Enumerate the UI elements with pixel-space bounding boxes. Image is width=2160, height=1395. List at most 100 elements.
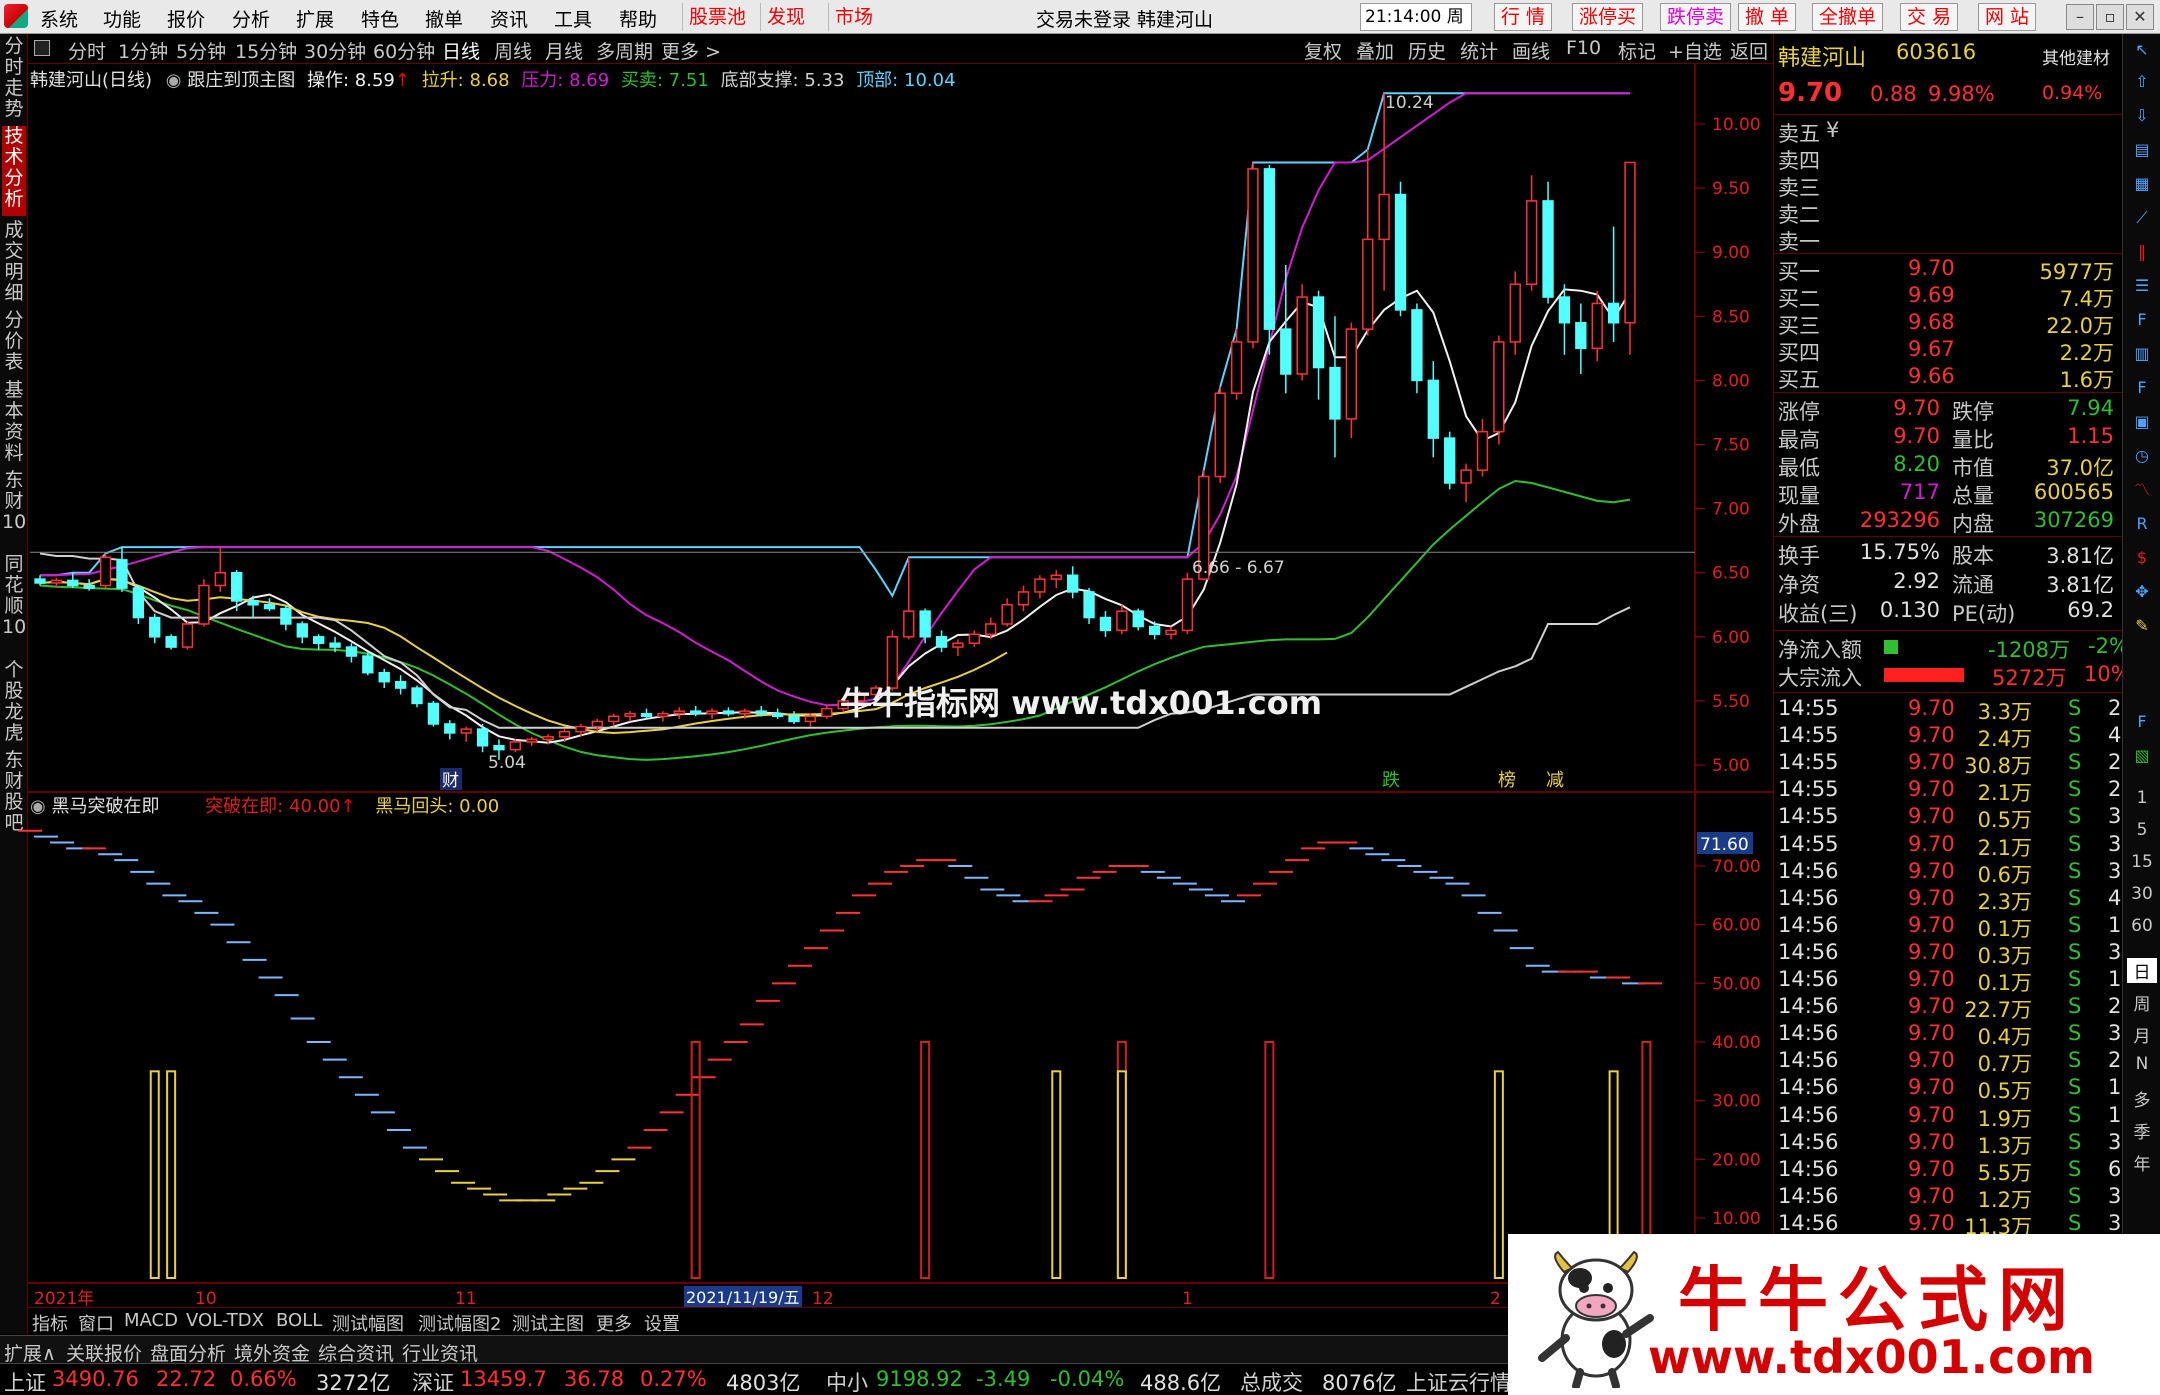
tab-vol[interactable]: VOL-TDX	[186, 1310, 264, 1331]
event-die-label[interactable]: 跌	[1382, 770, 1400, 791]
candle-body[interactable]	[280, 607, 292, 625]
candle-body[interactable]	[509, 741, 522, 751]
period-15-label[interactable]: 15	[2127, 852, 2157, 872]
sector-name[interactable]: 其他建材	[2042, 44, 2110, 69]
candle-body[interactable]	[411, 687, 423, 705]
tab-macd[interactable]: MACD	[124, 1310, 178, 1331]
candle-body[interactable]	[116, 559, 128, 589]
candle-body[interactable]	[657, 712, 669, 718]
rsi-icon[interactable]: R	[2130, 512, 2154, 536]
candle-body[interactable]	[50, 579, 63, 584]
candle-body[interactable]	[460, 728, 472, 734]
candle-body[interactable]	[165, 636, 177, 648]
candle-body[interactable]	[591, 720, 603, 728]
tab-test-sub2[interactable]: 测试幅图2	[418, 1310, 501, 1336]
candle-body[interactable]	[1591, 302, 1603, 350]
candle-body[interactable]	[1575, 321, 1587, 350]
trend-icon[interactable]: 〽	[2130, 478, 2154, 502]
candle-body[interactable]	[1460, 469, 1472, 484]
candle-body[interactable]	[1099, 616, 1112, 632]
candle-body[interactable]	[1263, 168, 1276, 330]
candle-body[interactable]	[181, 623, 194, 648]
candle-body[interactable]	[968, 633, 980, 644]
candle-body[interactable]	[1247, 168, 1259, 343]
candle-body[interactable]	[427, 702, 440, 725]
arrow-down-icon[interactable]: ⇩	[2130, 104, 2154, 128]
candle-body[interactable]	[1493, 341, 1505, 433]
candle-body[interactable]	[542, 736, 554, 741]
candle-body[interactable]	[640, 712, 653, 718]
zx-label[interactable]: 中小	[826, 1367, 868, 1395]
candle-body[interactable]	[624, 712, 636, 718]
period-multi-label[interactable]: 多	[2127, 1086, 2157, 1111]
candle-body[interactable]	[1509, 283, 1521, 343]
candle-body[interactable]	[1148, 625, 1161, 635]
candle-body[interactable]	[1329, 366, 1341, 420]
candle-body[interactable]	[362, 655, 374, 674]
candle-body[interactable]	[526, 738, 538, 743]
tab-indicator[interactable]: 指标	[32, 1310, 68, 1336]
promo-banner[interactable]: 牛牛公式网 www.tdx001.com	[1508, 1234, 2160, 1395]
clock-icon[interactable]: ◷	[2130, 444, 2154, 468]
line-chart-icon[interactable]: ⟋	[2130, 206, 2154, 230]
event-bang-label[interactable]: 榜	[1498, 770, 1516, 791]
candle-body[interactable]	[935, 636, 948, 648]
period-month-label[interactable]: 月	[2127, 1022, 2157, 1047]
candle-body[interactable]	[722, 710, 735, 715]
period-year-label[interactable]: 年	[2127, 1150, 2157, 1175]
candle-body[interactable]	[1378, 193, 1390, 241]
sh-label[interactable]: 上证	[4, 1367, 46, 1395]
candle-body[interactable]	[739, 710, 751, 715]
candle-body[interactable]	[690, 710, 702, 715]
candle-body[interactable]	[444, 723, 456, 734]
tab-more[interactable]: 更多	[596, 1310, 632, 1336]
candle-body[interactable]	[1345, 328, 1358, 420]
candle-body[interactable]	[1607, 302, 1620, 324]
doc-icon[interactable]: ▣	[2130, 410, 2154, 434]
candle-body[interactable]	[296, 623, 308, 638]
candle-body[interactable]	[1280, 328, 1292, 375]
candle-body[interactable]	[263, 604, 276, 610]
candle-body[interactable]	[149, 616, 161, 638]
candle-body[interactable]	[1230, 341, 1243, 394]
candle-body[interactable]	[1558, 296, 1571, 324]
cloud-quote[interactable]: 上证云行情J	[1406, 1367, 1517, 1395]
candle-body[interactable]	[345, 646, 358, 657]
candle-body[interactable]	[1624, 161, 1636, 324]
tab-general-news[interactable]: 综合资讯	[318, 1339, 394, 1366]
arrow-up-icon[interactable]: ⇧	[2130, 70, 2154, 94]
candle-body[interactable]	[1083, 591, 1095, 619]
period-n-label[interactable]: N	[2127, 1054, 2157, 1074]
candle-body[interactable]	[1132, 610, 1144, 628]
candle-chart-icon[interactable]: ‖	[2130, 240, 2154, 264]
candle-body[interactable]	[1034, 578, 1046, 593]
tab-related[interactable]: 关联报价	[66, 1339, 142, 1366]
pen-icon[interactable]: ✎	[2130, 614, 2154, 638]
tab-expand[interactable]: 扩展∧	[4, 1339, 56, 1366]
candle-body[interactable]	[34, 578, 46, 584]
candle-body[interactable]	[476, 728, 489, 747]
candle-body[interactable]	[1181, 578, 1194, 632]
candle-body[interactable]	[755, 710, 767, 715]
candle-body[interactable]	[706, 710, 718, 715]
candle-body[interactable]	[985, 623, 997, 635]
candle-body[interactable]	[821, 707, 833, 718]
candle-body[interactable]	[247, 600, 259, 606]
list-icon[interactable]: ☰	[2130, 274, 2154, 298]
tab-foreign[interactable]: 境外资金	[234, 1339, 310, 1366]
candle-body[interactable]	[771, 712, 784, 718]
candle-body[interactable]	[132, 587, 145, 619]
tab-test-main[interactable]: 测试主图	[512, 1310, 584, 1336]
candle-body[interactable]	[378, 671, 390, 683]
candle-body[interactable]	[804, 715, 817, 723]
dollar-icon[interactable]: $	[2130, 546, 2154, 570]
period-30-label[interactable]: 30	[2127, 884, 2157, 904]
tab-industry-news[interactable]: 行业资讯	[402, 1339, 478, 1366]
candle-body[interactable]	[1312, 296, 1325, 369]
candle-body[interactable]	[1214, 392, 1226, 478]
candle-body[interactable]	[1411, 309, 1423, 382]
candle-body[interactable]	[83, 584, 95, 589]
candle-body[interactable]	[1394, 193, 1407, 311]
tab-test-sub[interactable]: 测试幅图	[332, 1310, 404, 1336]
period-week-label[interactable]: 周	[2127, 990, 2157, 1015]
